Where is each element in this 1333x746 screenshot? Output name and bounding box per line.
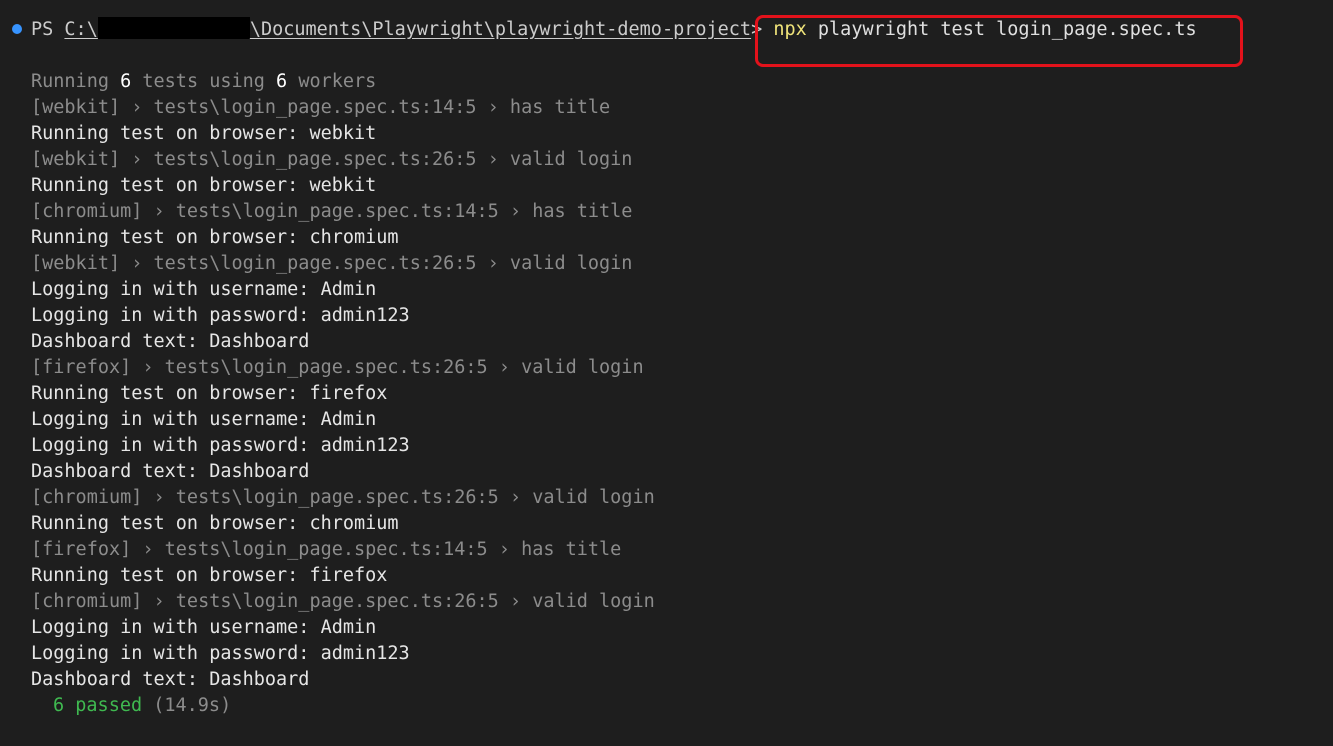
- terminal-panel[interactable]: PS C:\ \Documents\Playwright\playwright-d…: [0, 0, 1333, 746]
- test-header-line: [chromium] › tests\login_page.spec.ts:26…: [31, 487, 655, 508]
- log-output-line: Logging in with password: admin123: [31, 305, 410, 326]
- path-suffix-link[interactable]: \Documents\Playwright\playwright-demo-pr…: [250, 19, 751, 40]
- log-output-line: Running test on browser: chromium: [31, 513, 399, 534]
- passed-duration: (14.9s): [142, 695, 232, 716]
- passed-count: 6 passed: [53, 695, 143, 716]
- log-output-line: Dashboard text: Dashboard: [31, 461, 310, 482]
- test-header-line: [webkit] › tests\login_page.spec.ts:26:5…: [31, 149, 633, 170]
- log-output-line: Dashboard text: Dashboard: [31, 331, 310, 352]
- test-header-line: [webkit] › tests\login_page.spec.ts:26:5…: [31, 253, 633, 274]
- command-highlight-box: [755, 15, 1243, 67]
- test-header-line: [firefox] › tests\login_page.spec.ts:14:…: [31, 539, 622, 560]
- log-output-line: Logging in with username: Admin: [31, 617, 377, 638]
- log-output-line: Dashboard text: Dashboard: [31, 669, 310, 690]
- command-status-icon[interactable]: [12, 24, 22, 34]
- log-output-line: Logging in with password: admin123: [31, 435, 410, 456]
- log-output-line: Running test on browser: chromium: [31, 227, 399, 248]
- log-output-line: Logging in with username: Admin: [31, 279, 377, 300]
- summary-pre: Running: [31, 71, 121, 92]
- test-header-line: [chromium] › tests\login_page.spec.ts:14…: [31, 201, 633, 222]
- log-output-line: Running test on browser: webkit: [31, 175, 377, 196]
- summary-mid: tests using: [131, 71, 277, 92]
- test-header-line: [chromium] › tests\login_page.spec.ts:26…: [31, 591, 655, 612]
- summary-worker-count: 6: [276, 71, 288, 92]
- log-output-line: Logging in with password: admin123: [31, 643, 410, 664]
- log-output-line: Logging in with username: Admin: [31, 409, 377, 430]
- summary-line: Running 6 tests using 6 workers: [31, 69, 376, 95]
- test-header-line: [webkit] › tests\login_page.spec.ts:14:5…: [31, 97, 611, 118]
- summary-post: workers: [287, 71, 377, 92]
- ps-prefix: PS: [31, 19, 65, 40]
- path-prefix-link[interactable]: C:\: [64, 19, 97, 40]
- log-output-line: Running test on browser: firefox: [31, 383, 388, 404]
- log-output-line: Running test on browser: webkit: [31, 123, 377, 144]
- summary-test-count: 6: [120, 71, 132, 92]
- log-output-line: Running test on browser: firefox: [31, 565, 388, 586]
- test-header-line: [firefox] › tests\login_page.spec.ts:26:…: [31, 357, 644, 378]
- redacted-username: [97, 17, 250, 39]
- result-line: 6 passed (14.9s): [53, 693, 231, 719]
